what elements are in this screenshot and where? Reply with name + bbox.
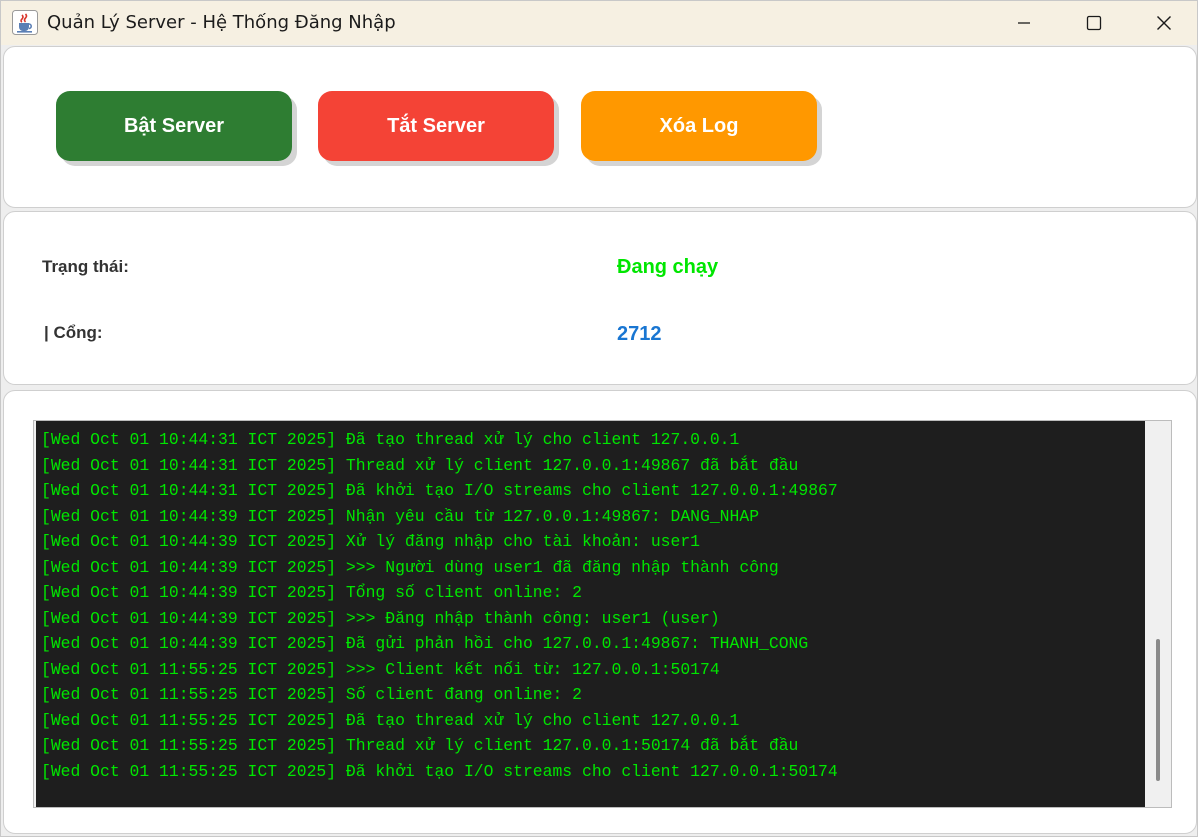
window-title: Quản Lý Server - Hệ Thống Đăng Nhập <box>47 12 396 33</box>
port-label: | Cổng: <box>44 323 103 342</box>
control-panel: Bật Server Tắt Server Xóa Log <box>3 46 1197 208</box>
log-line: [Wed Oct 01 11:55:25 ICT 2025] Số client… <box>41 685 582 704</box>
start-server-button[interactable]: Bật Server <box>56 91 292 161</box>
server-manager-window: Quản Lý Server - Hệ Thống Đăng Nhập Bật … <box>0 0 1198 837</box>
port-value: 2712 <box>617 323 662 345</box>
log-line: [Wed Oct 01 10:44:39 ICT 2025] >>> Đăng … <box>41 608 720 628</box>
maximize-button[interactable] <box>1059 1 1129 45</box>
close-icon <box>1157 16 1171 30</box>
log-line: [Wed Oct 01 11:55:25 ICT 2025] Thread xử… <box>41 736 799 755</box>
close-button[interactable] <box>1129 1 1198 45</box>
minimize-button[interactable] <box>989 1 1059 45</box>
title-bar[interactable]: Quản Lý Server - Hệ Thống Đăng Nhập <box>1 1 1197 45</box>
scrollbar-thumb[interactable] <box>1156 639 1160 781</box>
log-panel: [Wed Oct 01 10:44:31 ICT 2025] Đã tạo th… <box>3 390 1197 834</box>
log-line: [Wed Oct 01 10:44:39 ICT 2025] Xử lý đăn… <box>41 532 701 551</box>
log-text-area[interactable]: [Wed Oct 01 10:44:31 ICT 2025] Đã tạo th… <box>36 421 1145 807</box>
log-line: [Wed Oct 01 10:44:39 ICT 2025] Nhận yêu … <box>41 506 760 526</box>
log-line: [Wed Oct 01 10:44:31 ICT 2025] Đã khởi t… <box>41 481 838 500</box>
maximize-icon <box>1086 15 1102 31</box>
log-line: [Wed Oct 01 10:44:31 ICT 2025] Thread xử… <box>41 455 799 475</box>
log-line: [Wed Oct 01 10:44:39 ICT 2025] Tổng số c… <box>41 583 582 602</box>
status-panel: Trạng thái: Đang chạy | Cổng: 2712 <box>3 211 1197 385</box>
java-coffee-icon <box>12 10 38 35</box>
log-line: [Wed Oct 01 11:55:25 ICT 2025] Đã tạo th… <box>41 710 740 730</box>
stop-server-button[interactable]: Tắt Server <box>318 91 554 161</box>
log-line: [Wed Oct 01 10:44:31 ICT 2025] Đã tạo th… <box>41 430 740 449</box>
log-scrollbar[interactable] <box>1146 421 1171 807</box>
minimize-icon <box>1018 22 1030 24</box>
log-line: [Wed Oct 01 11:55:25 ICT 2025] Đã khởi t… <box>41 761 838 781</box>
status-value: Đang chạy <box>617 256 719 278</box>
log-scroll-pane[interactable]: [Wed Oct 01 10:44:31 ICT 2025] Đã tạo th… <box>33 420 1172 808</box>
log-line: [Wed Oct 01 10:44:39 ICT 2025] Đã gửi ph… <box>41 634 809 653</box>
clear-log-button[interactable]: Xóa Log <box>581 91 817 161</box>
log-line: [Wed Oct 01 11:55:25 ICT 2025] >>> Clien… <box>41 659 720 679</box>
log-line: [Wed Oct 01 10:44:39 ICT 2025] >>> Người… <box>41 557 779 577</box>
status-label: Trạng thái: <box>42 257 129 276</box>
